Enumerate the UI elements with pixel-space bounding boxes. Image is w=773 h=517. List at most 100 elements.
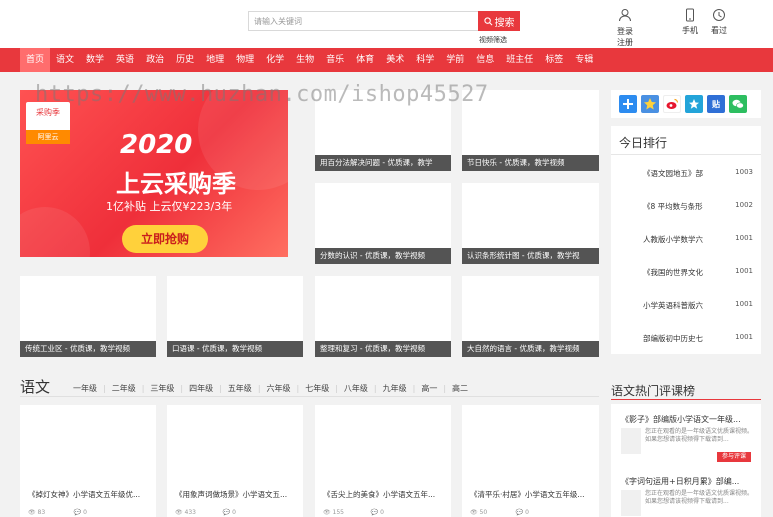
grade-tab[interactable]: 八年级 xyxy=(338,383,374,394)
grade-tab[interactable]: 三年级 xyxy=(144,383,180,394)
add-icon[interactable] xyxy=(619,95,637,113)
nav-item-pe[interactable]: 体育 xyxy=(350,48,380,72)
grade-tab[interactable]: 五年级 xyxy=(222,383,258,394)
featured-video-card[interactable]: 传统工业区 - 优质课，教学视频 xyxy=(20,276,156,357)
promo-banner[interactable]: 采购季 阿里云 2020 上云采购季 1亿补贴 上云仅¥223/3年 立即抢购 xyxy=(20,90,288,257)
featured-video-card[interactable]: 节日快乐 - 优质课，教学视频 xyxy=(462,90,599,171)
course-title: 《用象声词做场景》小学语文五... xyxy=(175,490,288,499)
history-label: 看过 xyxy=(711,26,727,35)
grade-tab[interactable]: 九年级 xyxy=(377,383,413,394)
course-title: 《掉灯女神》小学语文五年级优... xyxy=(28,490,141,499)
grade-tab[interactable]: 二年级 xyxy=(106,383,142,394)
review-join-button[interactable]: 参与评课 xyxy=(717,452,751,462)
course-comments: 0 xyxy=(232,509,236,516)
featured-video-card[interactable]: 整理和复习 - 优质课，教学视频 xyxy=(315,276,451,357)
hot-review-desc: 您正在观看的是一年级语文优质课视频。如果您想请该视频得下载请到... xyxy=(645,490,754,505)
course-views: 155 xyxy=(332,509,344,516)
nav-item-english[interactable]: 英语 xyxy=(110,48,140,72)
nav-item-it[interactable]: 信息 xyxy=(470,48,500,72)
banner-buy-button[interactable]: 立即抢购 xyxy=(122,225,208,253)
ranking-item-count: 1001 xyxy=(735,234,753,242)
course-card[interactable]: 《用象声词做场景》小学语文五... 👁 433 💬 0 xyxy=(167,405,303,517)
nav-item-math[interactable]: 数学 xyxy=(80,48,110,72)
course-card[interactable]: 《掉灯女神》小学语文五年级优... 👁 83 💬 0 xyxy=(20,405,156,517)
register-link[interactable]: 注册 xyxy=(617,37,633,48)
ranking-item[interactable]: 《8 平均数与条形 1002 xyxy=(611,197,761,217)
nav-item-albums[interactable]: 专辑 xyxy=(569,48,599,72)
nav-item-politics[interactable]: 政治 xyxy=(140,48,170,72)
hot-review-name: 《字词句运用+日积月累》部编... xyxy=(621,477,740,486)
divider xyxy=(611,154,761,155)
featured-video-card[interactable]: 大自然的语言 - 优质课，教学视频 xyxy=(462,276,599,357)
hot-review-item[interactable]: 《影子》部编版小学语文一年级... 您正在观看的是一年级语文优质课视频。如果您想… xyxy=(611,404,761,462)
search-button[interactable]: 搜索 xyxy=(478,11,520,31)
login-link[interactable]: 登录 xyxy=(617,26,633,37)
banner-title: 上云采购季 xyxy=(116,170,236,198)
nav-item-science[interactable]: 科学 xyxy=(410,48,440,72)
featured-video-card[interactable]: 分数的认识 - 优质课，教学视频 xyxy=(315,183,451,264)
qzone-icon[interactable] xyxy=(685,95,703,113)
ranking-item-count: 1001 xyxy=(735,333,753,341)
course-comments: 0 xyxy=(380,509,384,516)
hot-review-thumbnail xyxy=(621,428,641,454)
nav-item-chemistry[interactable]: 化学 xyxy=(260,48,290,72)
mobile-icon xyxy=(686,8,694,22)
featured-video-card[interactable]: 认识条形统计图 - 优质课，教学视 xyxy=(462,183,599,264)
nav-item-physics[interactable]: 物理 xyxy=(230,48,260,72)
course-comments: 0 xyxy=(525,509,529,516)
featured-video-card[interactable]: 口语课 - 优质课，教学视频 xyxy=(167,276,303,357)
ranking-item[interactable]: 《语文园地五》部 1003 xyxy=(611,164,761,184)
ranking-item[interactable]: 部编版初中历史七 1001 xyxy=(611,329,761,349)
grade-tabs: 一年级 | 二年级 | 三年级 | 四年级 | 五年级 | 六年级 | 七年级 | 八年级 | … xyxy=(67,383,474,394)
nav-item-geography[interactable]: 地理 xyxy=(200,48,230,72)
nav-item-music[interactable]: 音乐 xyxy=(320,48,350,72)
nav-item-head-teacher[interactable]: 班主任 xyxy=(500,48,539,72)
tieba-icon[interactable]: 贴 xyxy=(707,95,725,113)
nav-item-chinese[interactable]: 语文 xyxy=(50,48,80,72)
mobile-link[interactable]: 手机 xyxy=(682,8,698,36)
video-filter-link[interactable]: 视频筛选 xyxy=(479,35,507,45)
nav-item-history[interactable]: 历史 xyxy=(170,48,200,72)
login-register[interactable]: 登录 注册 xyxy=(617,8,633,48)
hot-review-item[interactable]: 《字词句运用+日积月累》部编... 您正在观看的是一年级语文优质课视频。如果您想… xyxy=(611,466,761,516)
nav-item-tags[interactable]: 标签 xyxy=(539,48,569,72)
nav-item-home[interactable]: 首页 xyxy=(20,48,51,72)
share-bar: 贴 xyxy=(611,90,761,118)
featured-video-caption: 用百分法解决问题 - 优质课，教学 xyxy=(315,155,451,171)
daily-ranking-panel: 今日排行 《语文园地五》部 1003 《8 平均数与条形 1002 人教版小学数… xyxy=(611,126,761,354)
history-link[interactable]: 看过 xyxy=(711,8,727,36)
course-title: 《舌尖上的美食》小学语文五年... xyxy=(323,490,436,499)
featured-video-caption: 分数的认识 - 优质课，教学视频 xyxy=(315,248,451,264)
wechat-icon[interactable] xyxy=(729,95,747,113)
course-title: 《清平乐·村居》小学语文五年级... xyxy=(470,490,585,499)
featured-video-caption: 认识条形统计图 - 优质课，教学视 xyxy=(462,248,599,264)
course-card[interactable]: 《清平乐·村居》小学语文五年级... 👁 50 💬 0 xyxy=(462,405,599,517)
grade-tab[interactable]: 一年级 xyxy=(67,383,103,394)
nav-item-preschool[interactable]: 学前 xyxy=(440,48,470,72)
banner-year: 2020 xyxy=(120,130,193,160)
ranking-item[interactable]: 《我国的世界文化 1001 xyxy=(611,263,761,283)
ranking-item-count: 1001 xyxy=(735,267,753,275)
nav-item-biology[interactable]: 生物 xyxy=(290,48,320,72)
grade-tab[interactable]: 四年级 xyxy=(183,383,219,394)
ranking-item-name: 小学英语科普版六 xyxy=(643,301,703,310)
ranking-item[interactable]: 人教版小学数学六 1001 xyxy=(611,230,761,250)
star-icon[interactable] xyxy=(641,95,659,113)
grade-tab[interactable]: 六年级 xyxy=(261,383,297,394)
featured-video-caption: 整理和复习 - 优质课，教学视频 xyxy=(315,341,451,357)
weibo-icon[interactable] xyxy=(663,95,681,113)
grade-tab[interactable]: 高一 xyxy=(415,383,443,394)
featured-video-caption: 传统工业区 - 优质课，教学视频 xyxy=(20,341,156,357)
course-card[interactable]: 《舌尖上的美食》小学语文五年... 👁 155 💬 0 xyxy=(315,405,451,517)
course-meta: 👁 155 💬 0 xyxy=(323,509,384,516)
ranking-item-name: 部编版初中历史七 xyxy=(643,334,703,343)
grade-tab[interactable]: 七年级 xyxy=(299,383,335,394)
search-input[interactable] xyxy=(248,11,478,31)
banner-subtitle: 1亿补贴 上云仅¥223/3年 xyxy=(106,200,233,213)
grade-tab[interactable]: 高二 xyxy=(446,383,474,394)
featured-video-card[interactable]: 用百分法解决问题 - 优质课，教学 xyxy=(315,90,451,171)
search-button-label: 搜索 xyxy=(494,17,515,29)
nav-item-art[interactable]: 美术 xyxy=(380,48,410,72)
ranking-item[interactable]: 小学英语科普版六 1001 xyxy=(611,296,761,316)
ranking-title: 今日排行 xyxy=(619,136,668,150)
